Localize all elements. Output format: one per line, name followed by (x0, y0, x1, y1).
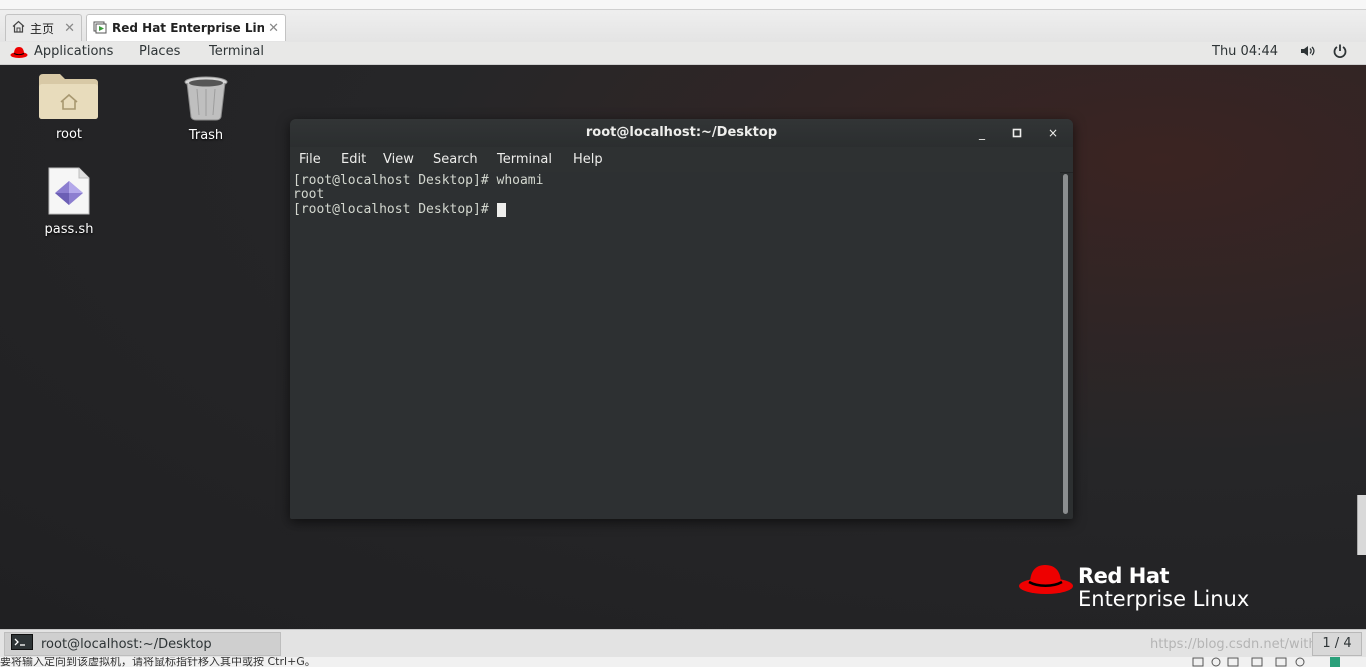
desktop-icon-label: root (55, 127, 83, 142)
minimize-button[interactable]: _ (973, 124, 991, 142)
host-status-text: 要将输入定向到该虚拟机，请将鼠标指针移入其中或按 Ctrl+G。 (0, 657, 316, 667)
guest-desktop: Applications Places Terminal Thu 04:44 r… (0, 42, 1366, 629)
host-tabbar: 主页 ✕ Red Hat Enterprise Linux ... ✕ (0, 0, 1366, 43)
logo-text-line2: Enterprise Linux (1078, 587, 1250, 611)
trash-icon (183, 76, 229, 125)
gnome-top-panel: Applications Places Terminal Thu 04:44 (0, 42, 1366, 65)
terminal-prompt: [root@localhost Desktop]# (293, 202, 497, 217)
volume-icon[interactable] (1300, 44, 1316, 62)
redhat-hat-icon (1018, 562, 1074, 600)
clock[interactable]: Thu 04:44 (1212, 44, 1278, 59)
menu-view[interactable]: View (383, 152, 414, 167)
script-file-icon (47, 167, 91, 219)
terminal-titlebar[interactable]: root@localhost:~/Desktop (290, 119, 1073, 147)
terminal-line: root (293, 187, 325, 202)
logo-text-line1: Red Hat (1078, 564, 1170, 588)
terminal-window[interactable]: root@localhost:~/Desktop _ × File Edit V… (290, 119, 1073, 519)
desktop-icon-label: pass.sh (44, 222, 94, 237)
menu-search[interactable]: Search (433, 152, 478, 167)
scroll-handle[interactable] (1357, 495, 1366, 555)
terminal-menubar: File Edit View Search Terminal Help (290, 147, 1073, 173)
applications-menu[interactable]: Applications (34, 44, 113, 59)
close-button[interactable]: × (1044, 124, 1062, 142)
desktop-icon-pass-sh[interactable]: pass.sh (21, 167, 117, 237)
terminal-scrollbar[interactable] (1063, 174, 1068, 514)
close-icon[interactable]: ✕ (64, 21, 75, 36)
window-title: root@localhost:~/Desktop (585, 125, 778, 140)
terminal-output[interactable]: [root@localhost Desktop]# whoami root [r… (290, 172, 1060, 519)
maximize-button[interactable] (1008, 124, 1026, 142)
menu-file[interactable]: File (299, 152, 321, 167)
menu-edit[interactable]: Edit (341, 152, 366, 167)
host-tab-label: 主页 (30, 21, 55, 36)
desktop-icon-root[interactable]: root (21, 72, 117, 142)
close-icon[interactable]: ✕ (268, 21, 279, 36)
terminal-icon (11, 634, 33, 654)
redhat-logo: Red Hat Enterprise Linux (1018, 560, 1288, 629)
menu-help[interactable]: Help (573, 152, 603, 167)
places-menu[interactable]: Places (139, 44, 180, 59)
text-cursor (496, 203, 506, 217)
menu-terminal[interactable]: Terminal (497, 152, 552, 167)
vm-icon (93, 20, 107, 37)
redhat-hat-icon (10, 45, 28, 63)
desktop-icon-label: Trash (188, 128, 224, 143)
host-tab-label: Red Hat Enterprise Linux ... (112, 21, 265, 35)
host-toolbar-strip (0, 0, 1366, 10)
taskbar-item-terminal[interactable]: root@localhost:~/Desktop (4, 632, 281, 656)
host-status-bar: 要将输入定向到该虚拟机，请将鼠标指针移入其中或按 Ctrl+G。 (0, 657, 1366, 667)
desktop-icon-trash[interactable]: Trash (158, 75, 254, 143)
home-folder-icon (38, 74, 100, 124)
host-tab-vm[interactable]: Red Hat Enterprise Linux ... ✕ (86, 14, 286, 41)
power-icon[interactable] (1332, 43, 1348, 63)
workspace-switcher[interactable]: 1 / 4 (1312, 632, 1362, 656)
device-status-icons (1192, 657, 1342, 667)
window-list-taskbar: root@localhost:~/Desktop https://blog.cs… (0, 629, 1366, 658)
taskbar-item-label: root@localhost:~/Desktop (41, 636, 212, 652)
host-tab-home[interactable]: 主页 ✕ (5, 14, 82, 41)
home-icon (12, 20, 25, 36)
terminal-app-menu[interactable]: Terminal (209, 44, 264, 59)
terminal-line: [root@localhost Desktop]# whoami (293, 173, 544, 188)
terminal-prompt-line: [root@localhost Desktop]# (293, 203, 506, 217)
